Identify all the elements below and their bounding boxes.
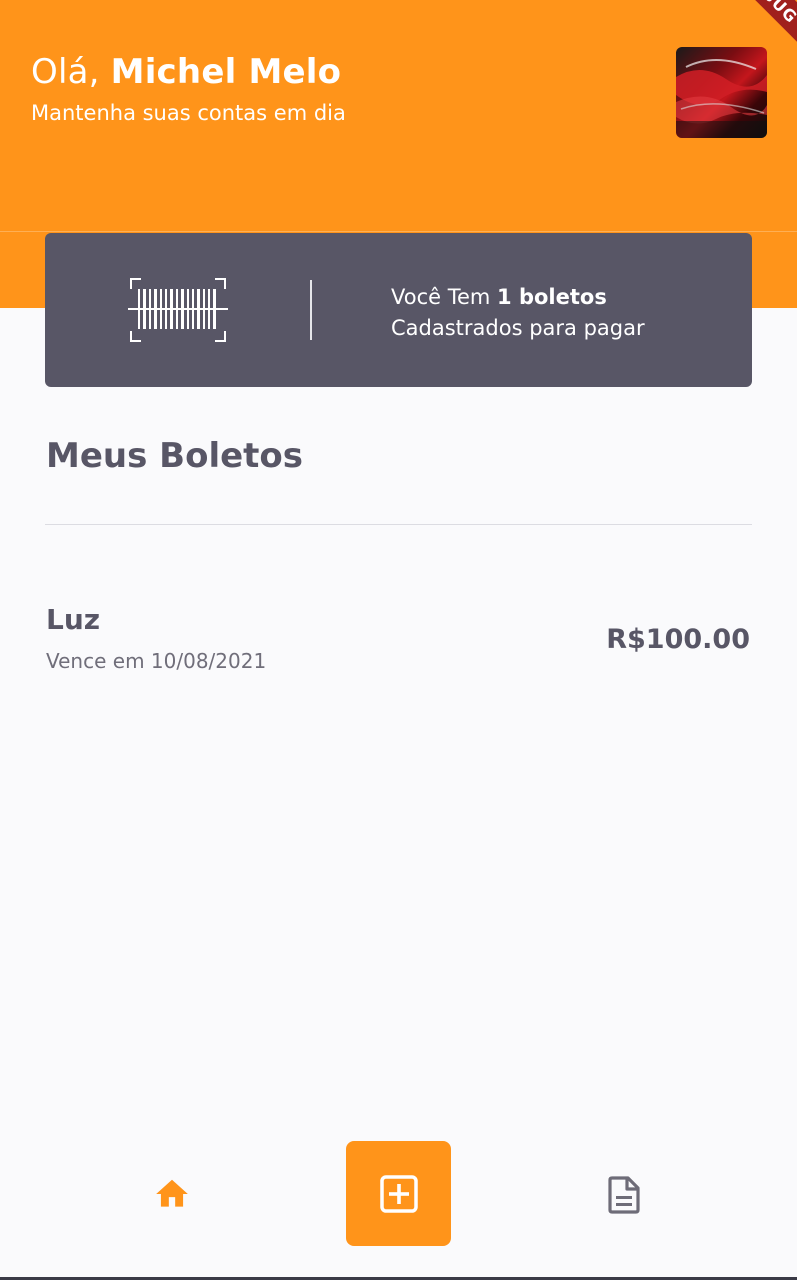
user-name: Michel Melo bbox=[110, 52, 342, 92]
nav-home-button[interactable] bbox=[153, 1175, 191, 1213]
description-icon bbox=[608, 1176, 640, 1214]
section-title: Meus Boletos bbox=[46, 436, 304, 476]
header-subtitle: Mantenha suas contas em dia bbox=[31, 101, 346, 125]
header-divider bbox=[0, 231, 797, 232]
card-divider bbox=[310, 280, 312, 340]
summary-count: 1 boletos bbox=[497, 285, 607, 309]
debug-banner: DEBUG bbox=[715, 0, 797, 52]
summary-suffix: Cadastrados para pagar bbox=[391, 316, 645, 340]
boleto-value: R$100.00 bbox=[606, 624, 750, 655]
avatar[interactable] bbox=[676, 47, 767, 138]
summary-prefix: Você Tem bbox=[391, 285, 498, 309]
avatar-image bbox=[676, 47, 767, 138]
section-divider bbox=[45, 524, 752, 525]
barcode-scan-icon bbox=[128, 278, 228, 342]
boleto-name: Luz bbox=[46, 603, 101, 636]
add-box-icon bbox=[379, 1174, 418, 1213]
nav-docs-button[interactable] bbox=[606, 1175, 642, 1215]
summary-text: Você Tem 1 boletos Cadastrados para paga… bbox=[391, 282, 645, 344]
greeting: Olá, Michel Melo bbox=[31, 52, 341, 92]
greeting-prefix: Olá, bbox=[31, 52, 111, 92]
nav-add-button[interactable] bbox=[346, 1141, 451, 1246]
boleto-due-date: Vence em 10/08/2021 bbox=[46, 649, 267, 673]
summary-card: Você Tem 1 boletos Cadastrados para paga… bbox=[45, 233, 752, 387]
home-icon bbox=[156, 1179, 188, 1207]
